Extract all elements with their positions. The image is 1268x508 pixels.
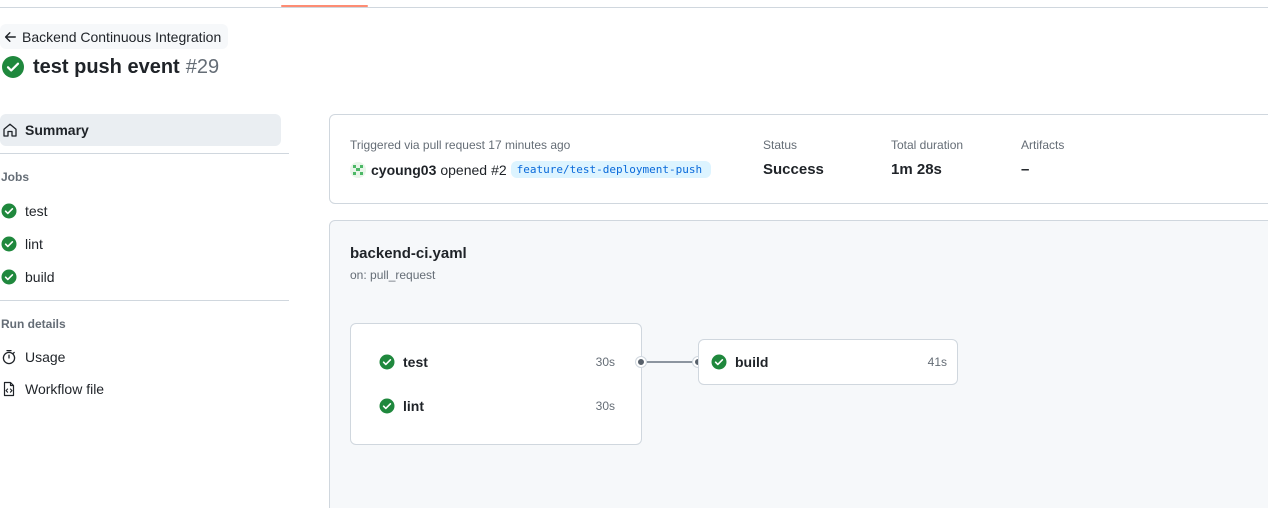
job-name: build <box>735 354 769 370</box>
job-group: test 30s lint 30s <box>350 323 642 445</box>
status-label: Status <box>763 138 798 152</box>
duration-label: Total duration <box>891 138 964 152</box>
success-check-icon <box>1 203 17 219</box>
job-duration: 30s <box>595 399 615 413</box>
branch-label[interactable]: feature/test-deployment-push <box>510 161 711 178</box>
sidebar-item-label: lint <box>25 236 43 252</box>
job-node-lint[interactable]: lint 30s <box>379 398 615 414</box>
run-details-heading: Run details <box>1 317 66 331</box>
sidebar-item-label: Summary <box>25 122 89 138</box>
run-summary-card: Triggered via pull request 17 minutes ag… <box>329 114 1268 204</box>
active-tab-underline <box>281 5 368 7</box>
job-node-build[interactable]: build 41s <box>698 339 958 385</box>
artifacts-label: Artifacts <box>1021 138 1065 152</box>
trigger-row: cyoung03 opened #2 feature/test-deployme… <box>350 161 711 178</box>
job-name: test <box>403 354 428 370</box>
job-connector-line <box>641 361 701 363</box>
job-name: lint <box>403 398 424 414</box>
back-to-workflow-link[interactable]: Backend Continuous Integration <box>0 24 228 49</box>
top-nav-bar <box>0 0 1268 8</box>
user-link[interactable]: cyoung03 <box>371 162 436 178</box>
job-duration: 41s <box>927 355 947 369</box>
sidebar-item-label: test <box>25 203 48 219</box>
success-check-icon <box>379 354 395 370</box>
run-number: #29 <box>185 55 220 78</box>
sidebar-item-usage[interactable]: Usage <box>1 347 65 367</box>
success-check-icon <box>1 236 17 252</box>
sidebar-item-label: Workflow file <box>25 381 105 397</box>
job-row: build 41s <box>711 354 947 370</box>
sidebar-item-job-lint[interactable]: lint <box>1 234 43 254</box>
sidebar-divider <box>0 300 289 301</box>
workflow-graph-card: backend-ci.yaml on: pull_request test 30… <box>329 220 1268 508</box>
artifacts-value: – <box>1021 161 1030 178</box>
sidebar-divider <box>0 153 289 154</box>
home-icon <box>3 123 17 137</box>
sidebar-item-summary[interactable]: Summary <box>0 114 281 146</box>
jobs-heading: Jobs <box>1 170 30 184</box>
arrow-left-icon <box>4 31 16 42</box>
success-check-icon <box>2 56 24 78</box>
run-title: test push event <box>33 55 180 78</box>
file-code-icon <box>3 381 15 397</box>
job-node-test[interactable]: test 30s <box>379 354 615 370</box>
success-check-icon <box>1 269 17 285</box>
sidebar-item-job-test[interactable]: test <box>1 201 48 221</box>
duration-value: 1m 28s <box>891 161 942 178</box>
status-value: Success <box>763 161 824 178</box>
sidebar-item-job-build[interactable]: build <box>1 267 55 287</box>
connector-start-dot <box>636 357 646 367</box>
identicon-icon <box>350 161 366 178</box>
pr-link[interactable]: #2 <box>491 162 507 178</box>
sidebar-item-label: Usage <box>25 349 66 365</box>
workflow-trigger: on: pull_request <box>350 268 436 282</box>
avatar[interactable] <box>350 161 366 178</box>
back-link-label: Backend Continuous Integration <box>22 28 222 45</box>
sidebar-item-workflow-file[interactable]: Workflow file <box>1 379 104 399</box>
sidebar-item-label: build <box>25 269 55 285</box>
workflow-file-name: backend-ci.yaml <box>350 245 467 262</box>
success-check-icon <box>711 354 727 370</box>
trigger-action: opened <box>440 161 488 178</box>
stopwatch-icon <box>2 349 16 365</box>
success-check-icon <box>379 398 395 414</box>
trigger-text: Triggered via pull request 17 minutes ag… <box>350 138 571 152</box>
job-duration: 30s <box>595 355 615 369</box>
run-title-row: test push event #29 <box>0 55 219 79</box>
